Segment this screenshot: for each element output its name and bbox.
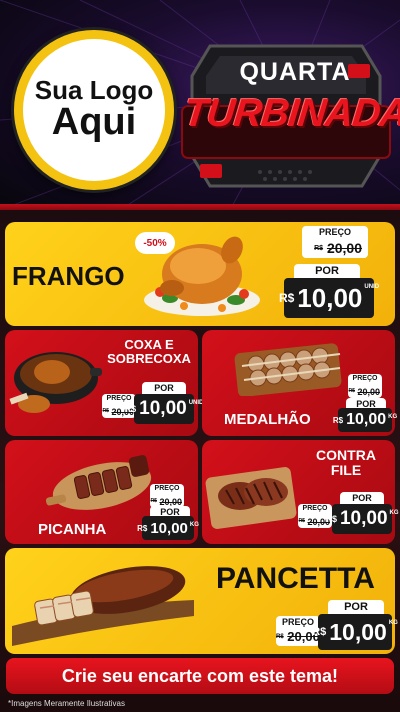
- medalhao-new-price: R$ 10,00 KG: [333, 408, 397, 432]
- frango-old-price: R$ 20,00: [302, 238, 368, 258]
- contra-file-new-value: 10,00: [339, 508, 388, 529]
- medalhao-new-currency: R$: [332, 415, 344, 425]
- product-name-picanha: PICANHA: [38, 521, 107, 538]
- coxa-name-line2: SOBRECOXA: [107, 351, 191, 367]
- logo-placeholder[interactable]: Sua Logo Aqui: [14, 30, 174, 190]
- picanha-board-image: [46, 455, 152, 510]
- product-name-pancetta: PANCETTA: [216, 562, 375, 595]
- contra-file-unit: KG: [389, 510, 399, 516]
- pancetta-new-currency: R$: [312, 626, 327, 638]
- medalhao-old-price: R$ 20,00: [348, 384, 382, 398]
- coxa-new-price: R$ 10,00 UNID: [125, 394, 203, 424]
- pancetta-unit: KG: [388, 620, 398, 626]
- contra-file-por-label: POR: [340, 492, 384, 504]
- coxa-por-label: POR: [142, 382, 186, 394]
- coxa-new-value: 10,00: [139, 398, 187, 419]
- medalhao-new-value: 10,00: [346, 411, 387, 428]
- coxa-price-label: PREÇO: [102, 394, 136, 404]
- product-name-frango: FRANGO: [12, 261, 125, 291]
- logo-text-line1: Sua Logo: [34, 75, 154, 106]
- medallion-skewers-image: [234, 343, 342, 396]
- pancetta-new-value: 10,00: [329, 618, 387, 645]
- picanha-new-price: R$ 10,00 KG: [137, 516, 199, 540]
- picanha-new-currency: R$: [137, 523, 148, 533]
- frango-por-label: POR: [294, 264, 360, 278]
- frango-new-currency: R$: [278, 291, 295, 305]
- picanha-price-label: PREÇO: [150, 484, 184, 494]
- title-line1: QUARTA: [239, 58, 351, 86]
- product-name-medalhao: MEDALHÃO: [224, 411, 311, 428]
- medalhao-old-value: 20,00: [357, 387, 380, 397]
- medalhao-unit: KG: [388, 414, 398, 420]
- contra-file-name-line1: CONTRA: [316, 447, 376, 463]
- pancetta-por-label: POR: [328, 600, 384, 614]
- disclaimer-text: *Imagens Meramente Ilustrativas: [8, 699, 125, 708]
- product-name-coxa: COXA E SOBRECOXA: [104, 337, 194, 367]
- pancetta-board-image: [12, 566, 194, 646]
- discount-badge: -50%: [135, 232, 175, 254]
- frango-unit: UNID: [364, 284, 380, 290]
- contra-file-new-price: R$ 10,00 KG: [325, 504, 399, 534]
- title-line2: TURBINADA: [181, 92, 400, 135]
- medalhao-price-label: PREÇO: [348, 374, 382, 384]
- frango-price-label: PREÇO: [302, 226, 368, 238]
- product-name-contra-file: CONTRA FILE: [306, 447, 386, 479]
- coxa-new-currency: R$: [124, 404, 137, 414]
- pancetta-new-price: R$ 10,00 KG: [312, 614, 398, 650]
- picanha-unit: KG: [189, 522, 199, 528]
- frango-new-value: 10,00: [297, 282, 363, 313]
- logo-text-line2: Aqui: [51, 101, 137, 144]
- frango-new-price: R$ 10,00 UNID: [279, 278, 379, 318]
- contra-file-price-label: PREÇO: [298, 504, 332, 514]
- frango-old-currency: R$: [314, 245, 324, 252]
- medalhao-old-currency: R$: [348, 388, 355, 394]
- contra-file-new-currency: R$: [325, 514, 337, 524]
- frango-old-value: 20,00: [326, 240, 362, 256]
- cta-banner[interactable]: Crie seu encarte com este tema!: [6, 658, 394, 694]
- coxa-name-line1: COXA E: [124, 337, 174, 352]
- picanha-new-value: 10,00: [150, 519, 188, 537]
- pancetta-old-currency: R$: [276, 634, 284, 640]
- steak-board-image: [205, 467, 297, 529]
- contra-file-name-line2: FILE: [330, 462, 362, 479]
- coxa-old-currency: R$: [102, 408, 109, 414]
- picanha-old-currency: R$: [150, 498, 157, 504]
- chicken-pot-image: [9, 352, 102, 413]
- contra-file-old-currency: R$: [298, 518, 305, 524]
